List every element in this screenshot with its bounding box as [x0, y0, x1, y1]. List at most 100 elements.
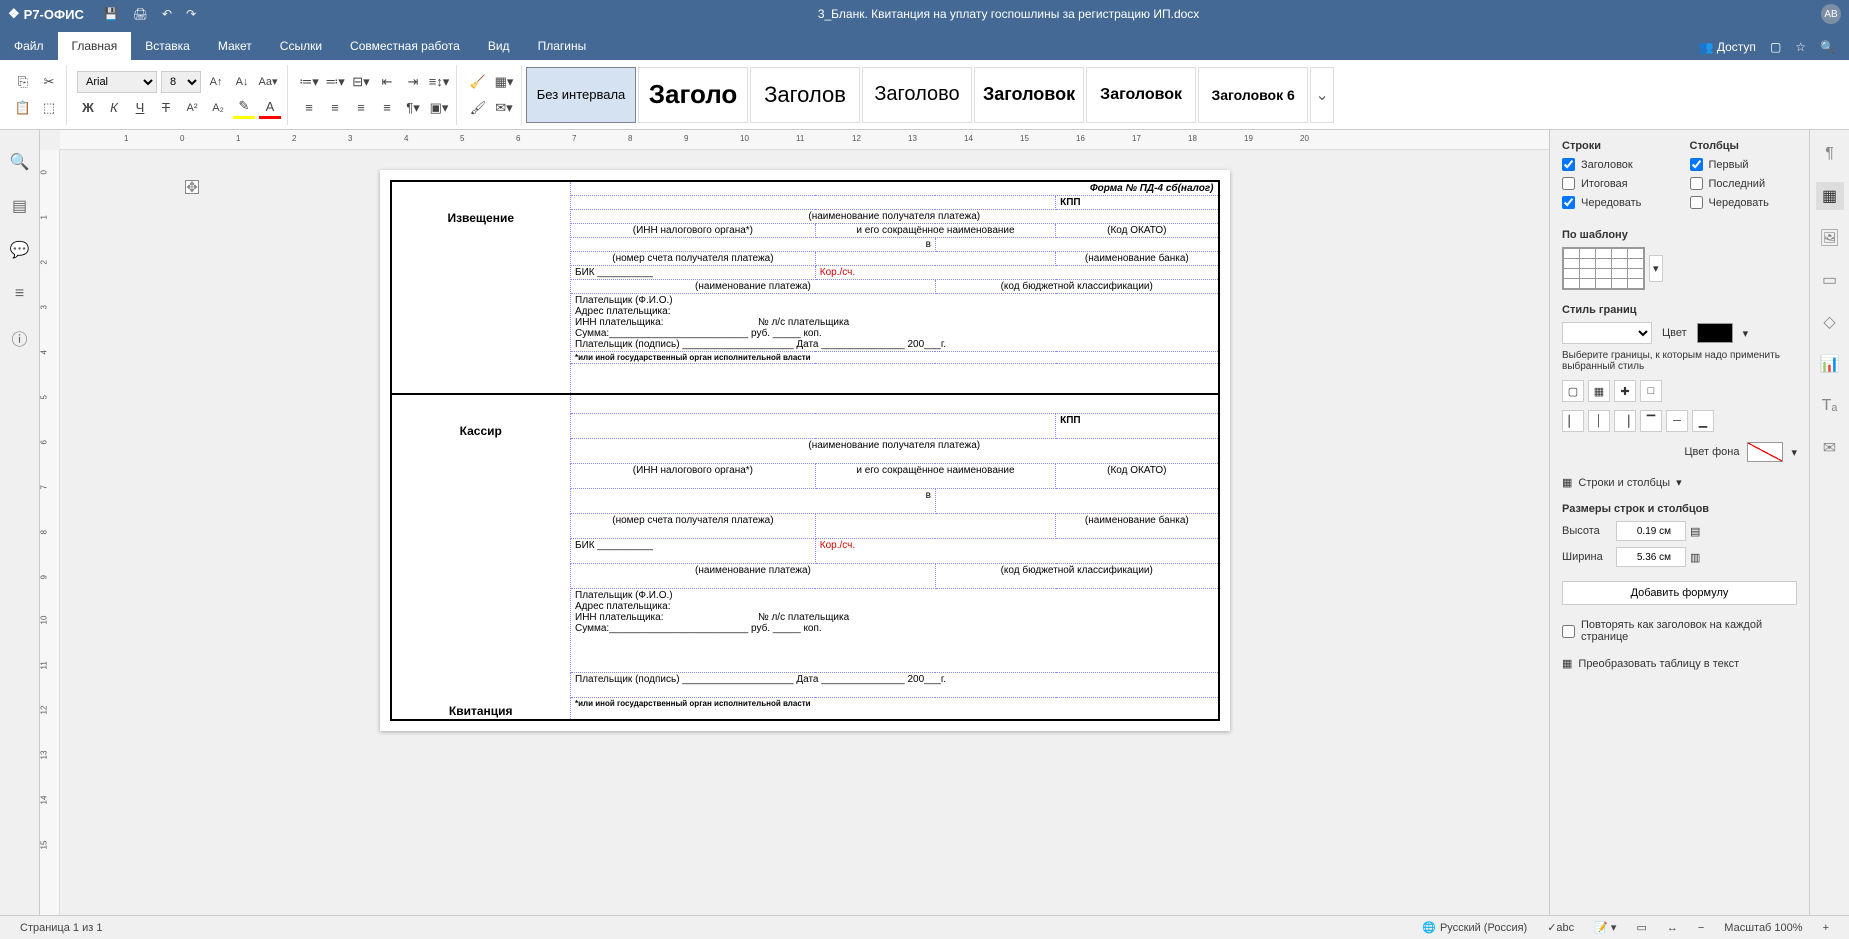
- spellcheck-icon[interactable]: ✓abc: [1537, 921, 1584, 934]
- tab-view[interactable]: Вид: [474, 32, 524, 60]
- save-icon[interactable]: 💾: [104, 7, 119, 21]
- search-icon[interactable]: 🔍: [1820, 40, 1835, 54]
- cell-notification[interactable]: Извещение: [391, 181, 571, 394]
- border-color-swatch[interactable]: [1697, 323, 1733, 343]
- border-outer-icon[interactable]: ▢: [1562, 380, 1584, 402]
- clear-style-icon[interactable]: 🧹: [467, 71, 489, 93]
- tab-layout[interactable]: Макет: [204, 32, 266, 60]
- bg-color-swatch[interactable]: [1747, 442, 1783, 462]
- align-left-icon[interactable]: ≡: [298, 97, 320, 119]
- mail-merge-icon[interactable]: ✉: [1816, 434, 1844, 462]
- border-inner-icon[interactable]: ✚: [1614, 380, 1636, 402]
- align-right-icon[interactable]: ≡: [350, 97, 372, 119]
- style-heading6[interactable]: Заголовок 6: [1198, 67, 1308, 123]
- change-case-icon[interactable]: Aa▾: [257, 71, 279, 93]
- feedback-icon[interactable]: ⓘ: [8, 326, 32, 350]
- numbering-icon[interactable]: ≕▾: [324, 71, 346, 93]
- paste-icon[interactable]: 📋: [12, 97, 34, 119]
- border-none-icon[interactable]: □: [1640, 380, 1662, 402]
- decrease-indent-icon[interactable]: ⇤: [376, 71, 398, 93]
- comments-icon[interactable]: ▤: [8, 194, 32, 218]
- styles-expand-icon[interactable]: ⌄: [1310, 67, 1334, 123]
- decrease-font-icon[interactable]: A↓: [231, 71, 253, 93]
- table-template-preview[interactable]: [1562, 247, 1645, 290]
- line-spacing-icon[interactable]: ≡↕▾: [428, 71, 450, 93]
- border-left-icon[interactable]: ▏: [1562, 410, 1584, 432]
- align-justify-icon[interactable]: ≡: [376, 97, 398, 119]
- underline-button[interactable]: Ч: [129, 97, 151, 119]
- italic-button[interactable]: К: [103, 97, 125, 119]
- shading-icon[interactable]: ▣▾: [428, 97, 450, 119]
- border-size-select[interactable]: [1562, 322, 1652, 344]
- tab-home[interactable]: Главная: [58, 32, 132, 60]
- undo-icon[interactable]: ↶: [162, 7, 172, 21]
- border-hmid-icon[interactable]: ─: [1666, 410, 1688, 432]
- tab-file[interactable]: Файл: [0, 32, 58, 60]
- style-no-spacing[interactable]: Без интервала: [526, 67, 636, 123]
- print-icon[interactable]: 🖨: [133, 7, 148, 21]
- cut-icon[interactable]: ✂: [38, 71, 60, 93]
- font-size-select[interactable]: 8: [161, 71, 201, 93]
- row-height-input[interactable]: [1616, 521, 1686, 541]
- bullets-icon[interactable]: ≔▾: [298, 71, 320, 93]
- chk-col-last[interactable]: Последний: [1690, 177, 1798, 190]
- superscript-icon[interactable]: A²: [181, 97, 203, 119]
- zoom-out-icon[interactable]: −: [1688, 922, 1714, 934]
- font-color-icon[interactable]: A: [259, 97, 281, 119]
- page-scroll[interactable]: ✥ Извещение Форма № ПД-4 сб(налог) КПП (…: [60, 150, 1549, 915]
- bold-button[interactable]: Ж: [77, 97, 99, 119]
- border-right-icon[interactable]: ▕: [1614, 410, 1636, 432]
- document-table[interactable]: Извещение Форма № ПД-4 сб(налог) КПП (на…: [390, 180, 1220, 721]
- chk-row-total[interactable]: Итоговая: [1562, 177, 1670, 190]
- border-bottom-icon[interactable]: ▁: [1692, 410, 1714, 432]
- chk-repeat-header[interactable]: Повторять как заголовок на каждой страни…: [1562, 619, 1797, 643]
- increase-font-icon[interactable]: A↑: [205, 71, 227, 93]
- zoom-in-icon[interactable]: +: [1813, 922, 1839, 934]
- fit-width-icon[interactable]: ↔: [1657, 922, 1688, 934]
- align-center-icon[interactable]: ≡: [324, 97, 346, 119]
- border-color-dropdown-icon[interactable]: ▾: [1743, 327, 1749, 340]
- redo-icon[interactable]: ↷: [186, 7, 196, 21]
- track-changes-icon[interactable]: 📝 ▾: [1584, 921, 1626, 934]
- border-top-icon[interactable]: ▔: [1640, 410, 1662, 432]
- distribute-cols-icon[interactable]: ▥: [1690, 551, 1700, 564]
- rows-cols-menu[interactable]: ▦ Строки и столбцы ▾: [1562, 476, 1797, 489]
- bg-color-dropdown-icon[interactable]: ▾: [1791, 446, 1797, 459]
- chk-row-header[interactable]: Заголовок: [1562, 158, 1670, 171]
- template-dropdown-icon[interactable]: ▾: [1649, 255, 1663, 282]
- style-heading1[interactable]: Заголо: [638, 67, 748, 123]
- paragraph-settings-icon[interactable]: ¶: [1816, 140, 1844, 168]
- style-heading2[interactable]: Заголов: [750, 67, 860, 123]
- mailings-icon[interactable]: ✉▾: [493, 97, 515, 119]
- horizontal-ruler[interactable]: 101234567891011121314151617181920: [60, 130, 1549, 150]
- border-vmid-icon[interactable]: │: [1588, 410, 1610, 432]
- fit-page-icon[interactable]: ▭: [1626, 921, 1656, 934]
- increase-indent-icon[interactable]: ⇥: [402, 71, 424, 93]
- page-indicator[interactable]: Страница 1 из 1: [10, 922, 112, 934]
- chat-icon[interactable]: 💬: [8, 238, 32, 262]
- chart-settings-icon[interactable]: 📊: [1816, 350, 1844, 378]
- subscript-icon[interactable]: A₂: [207, 97, 229, 119]
- convert-table-link[interactable]: ▦ Преобразовать таблицу в текст: [1562, 657, 1797, 670]
- style-heading4[interactable]: Заголовок: [974, 67, 1084, 123]
- document-page[interactable]: Извещение Форма № ПД-4 сб(налог) КПП (на…: [380, 170, 1230, 731]
- header-footer-icon[interactable]: ▭: [1816, 266, 1844, 294]
- distribute-rows-icon[interactable]: ▤: [1690, 525, 1700, 538]
- strike-button[interactable]: Т: [155, 97, 177, 119]
- col-width-input[interactable]: [1616, 547, 1686, 567]
- chk-col-first[interactable]: Первый: [1690, 158, 1798, 171]
- vertical-ruler[interactable]: 0123456789101112131415: [40, 150, 60, 915]
- find-icon[interactable]: 🔍: [8, 150, 32, 174]
- nonprinting-icon[interactable]: ¶▾: [402, 97, 424, 119]
- tab-insert[interactable]: Вставка: [131, 32, 204, 60]
- zoom-indicator[interactable]: Масштаб 100%: [1714, 922, 1812, 934]
- border-all-icon[interactable]: ▦: [1588, 380, 1610, 402]
- multilevel-icon[interactable]: ⊟▾: [350, 71, 372, 93]
- tab-collab[interactable]: Совместная работа: [336, 32, 474, 60]
- favorite-icon[interactable]: ☆: [1795, 40, 1806, 54]
- tab-references[interactable]: Ссылки: [266, 32, 336, 60]
- share-button[interactable]: 👥 Доступ: [1699, 40, 1756, 54]
- table-settings-icon[interactable]: ▦: [1816, 182, 1844, 210]
- open-location-icon[interactable]: ▢: [1770, 40, 1781, 54]
- select-all-icon[interactable]: ⬚: [38, 97, 60, 119]
